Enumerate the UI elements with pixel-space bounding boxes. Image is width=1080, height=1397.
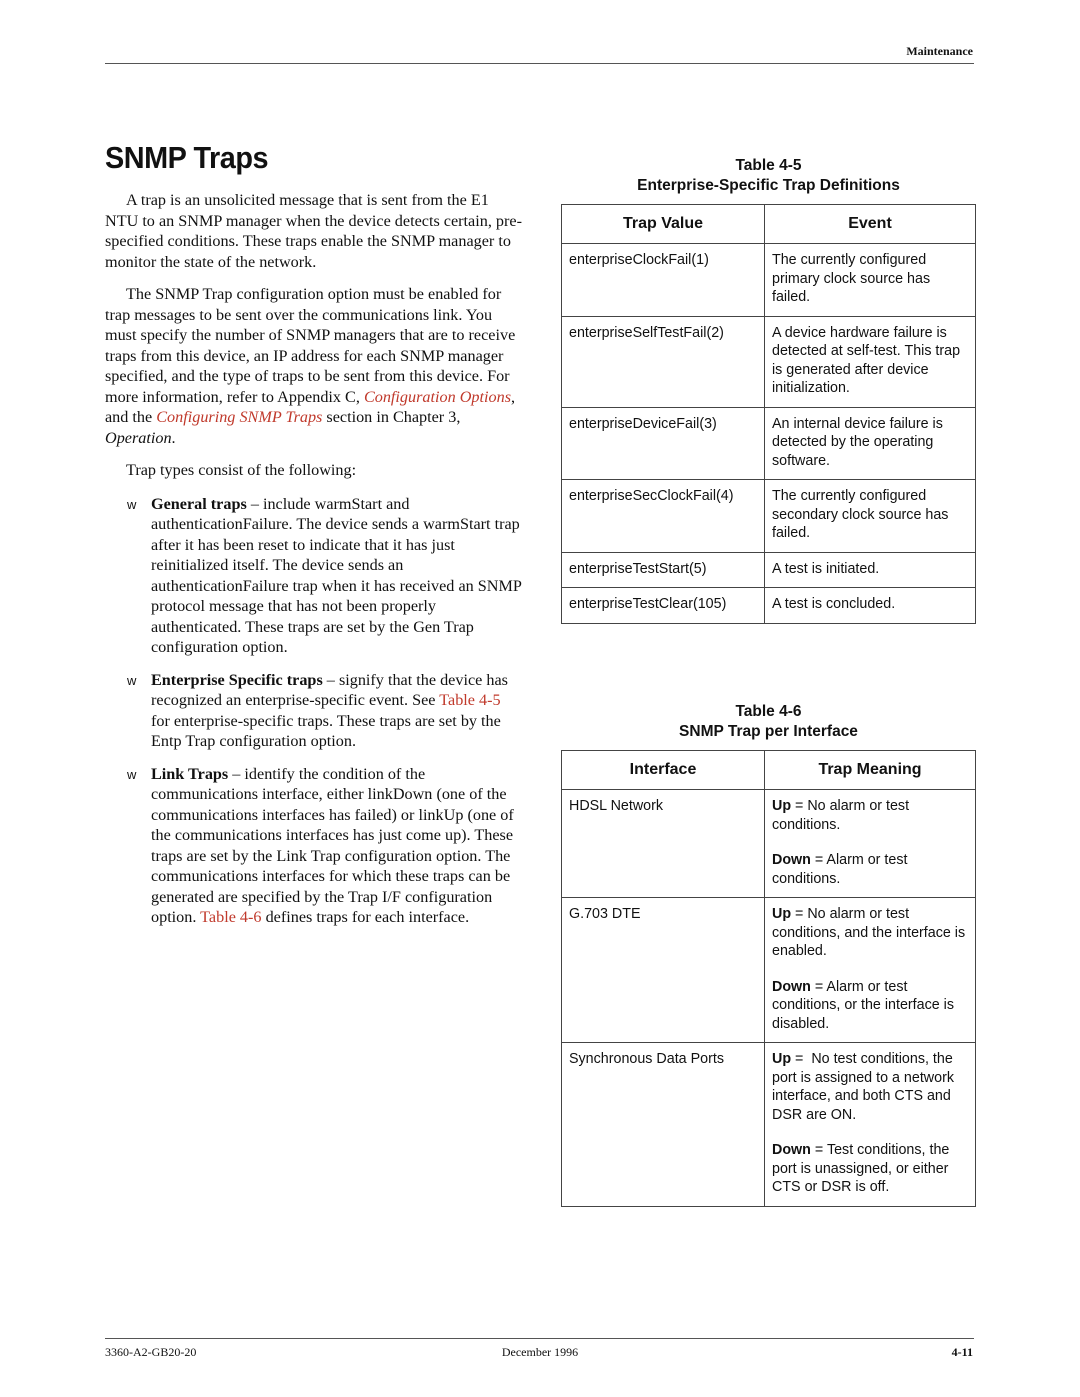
up-label: Up (772, 1051, 792, 1067)
column-header: Event (764, 204, 976, 244)
table-number: Table 4-5 (735, 157, 802, 174)
trap-types-intro: Trap types consist of the following: (126, 461, 357, 479)
down-meaning: Down = Test conditions, the port is unas… (772, 1141, 969, 1197)
column-header: Trap Meaning (764, 750, 976, 790)
table-title: SNMP Trap per Interface (679, 723, 858, 740)
up-text: = No alarm or test conditions, and the i… (772, 906, 966, 959)
bullet-icon: w (127, 766, 137, 782)
down-label: Down (772, 1142, 811, 1158)
column-header: Trap Value (561, 204, 765, 244)
interface: G.703 DTE (561, 897, 765, 1043)
event: An internal device failure is detected b… (764, 406, 976, 480)
bullet-link-traps: w Link Traps – identify the condition of… (105, 764, 523, 928)
trap-meaning: Up = No alarm or test conditions, and th… (764, 897, 976, 1043)
bullet-icon: w (127, 496, 137, 512)
interface: HDSL Network (561, 789, 765, 898)
bullet-term: General traps (151, 494, 247, 513)
event: A test is initiated. (764, 551, 976, 588)
link-configuring-snmp-traps[interactable]: Configuring SNMP Traps (156, 408, 322, 426)
table-caption: Table 4-5 Enterprise-Specific Trap Defin… (561, 156, 976, 196)
trap-value: enterpriseSecClockFail(4) (561, 479, 765, 553)
footer-rule (105, 1338, 974, 1339)
event: A device hardware failure is detected at… (764, 315, 976, 408)
bullet-text: for enterprise-specific traps. These tra… (151, 711, 501, 751)
table-row: enterpriseTestStart(5) A test is initiate… (561, 551, 976, 588)
trap-value: enterpriseDeviceFail(3) (561, 406, 765, 480)
header-rule (105, 63, 974, 64)
column-header: Interface (561, 750, 765, 790)
table-row: Synchronous Data Ports Up = No test cond… (561, 1042, 976, 1207)
trap-value: enterpriseTestStart(5) (561, 551, 765, 588)
trap-value: enterpriseTestClear(105) (561, 587, 765, 624)
event: The currently configured primary clock s… (764, 243, 976, 317)
text: . (171, 428, 176, 447)
event: A test is concluded. (764, 587, 976, 624)
bullet-text: defines traps for each interface. (261, 908, 470, 926)
link-configuration-options[interactable]: Configuration Options (364, 388, 511, 406)
section-title: SNMP Traps (105, 140, 269, 175)
table-row: HDSL Network Up = No alarm or test condi… (561, 789, 976, 898)
link-table-4-5[interactable]: Table 4-5 (439, 691, 500, 709)
down-label: Down (772, 978, 811, 995)
table-4-6-container: Table 4-6 SNMP Trap per Interface Interf… (561, 702, 976, 1207)
bullet-icon: w (127, 672, 137, 688)
table-row: enterpriseSelfTestFail(2) A device hardwa… (561, 315, 976, 408)
up-text: = No alarm or test conditions. (772, 798, 910, 833)
table-title: Enterprise-Specific Trap Definitions (637, 177, 900, 194)
bullet-enterprise-traps: w Enterprise Specific traps – signify th… (105, 670, 523, 752)
page-number: 4-11 (951, 1345, 973, 1359)
table-row: enterpriseClockFail(1) The currently conf… (561, 243, 976, 317)
up-meaning: Up = No test conditions, the port is ass… (772, 1050, 969, 1124)
bullet-text: – identify the condition of the communic… (151, 764, 514, 927)
bullet-text: – include warmStart and authenticationFa… (151, 494, 522, 657)
up-label: Up (772, 906, 792, 922)
table-header-row: Interface Trap Meaning (561, 750, 976, 790)
config-paragraph: The SNMP Trap configuration option must … (105, 284, 523, 448)
trap-value: enterpriseSelfTestFail(2) (561, 315, 765, 408)
up-text: = No test conditions, the port is assign… (772, 1051, 958, 1123)
trap-value: enterpriseClockFail(1) (561, 243, 765, 317)
body-column: SNMP Traps A trap is an unsolicited mess… (105, 140, 523, 940)
table-4-5-container: Table 4-5 Enterprise-Specific Trap Defin… (561, 156, 976, 624)
bullet-term: Link Traps (151, 764, 229, 783)
table-4-5: Trap Value Event enterpriseClockFail(1) T… (561, 204, 976, 624)
table-4-6: Interface Trap Meaning HDSL Network Up =… (561, 750, 976, 1207)
table-row: enterpriseDeviceFail(3) An internal devic… (561, 406, 976, 480)
table-header-row: Trap Value Event (561, 204, 976, 244)
bullet-general-traps: w General traps – include warmStart and … (105, 494, 523, 658)
event: The currently configured secondary clock… (764, 479, 976, 553)
table-caption: Table 4-6 SNMP Trap per Interface (561, 702, 976, 742)
trap-meaning: Up = No test conditions, the port is ass… (764, 1042, 976, 1207)
trap-meaning: Up = No alarm or test conditions. Down =… (764, 789, 976, 898)
up-label: Up (772, 798, 792, 814)
down-meaning: Down = Alarm or test conditions. (772, 851, 969, 888)
table-row: G.703 DTE Up = No alarm or test conditio… (561, 897, 976, 1043)
interface: Synchronous Data Ports (561, 1042, 765, 1207)
bullet-term: Enterprise Specific traps (151, 670, 323, 689)
down-meaning: Down = Alarm or test conditions, or the … (772, 978, 969, 1034)
running-head: Maintenance (906, 44, 973, 58)
chapter-name: Operation (105, 428, 172, 447)
intro-paragraph: A trap is an unsolicited message that is… (105, 191, 522, 271)
up-meaning: Up = No alarm or test conditions, and th… (772, 905, 969, 961)
table-row: enterpriseTestClear(105) A test is conclu… (561, 587, 976, 624)
up-meaning: Up = No alarm or test conditions. (772, 797, 969, 834)
text: section in Chapter 3, (322, 408, 461, 426)
link-table-4-6[interactable]: Table 4-6 (200, 908, 261, 926)
table-row: enterpriseSecClockFail(4) The currently c… (561, 479, 976, 553)
table-number: Table 4-6 (735, 703, 802, 720)
down-label: Down (772, 852, 811, 868)
footer-date: December 1996 (501, 1345, 579, 1359)
